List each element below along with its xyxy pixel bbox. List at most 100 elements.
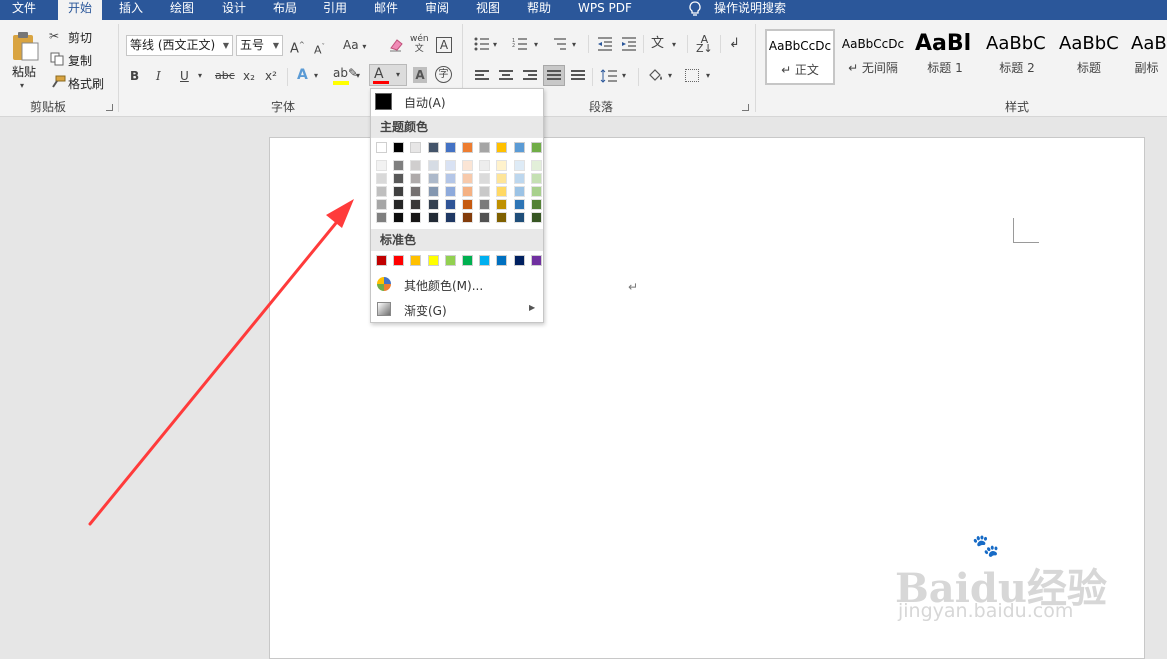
theme-shade-swatch[interactable] [513,173,525,184]
chinese-layout-icon[interactable]: 文 [651,36,664,52]
tab-design[interactable]: 设计 [222,0,246,20]
character-shading-icon[interactable]: A [413,67,427,83]
font-color-dropdown-icon[interactable]: ▾ [396,67,400,83]
standard-color-swatch[interactable] [530,255,542,266]
underline-button[interactable]: U [180,68,189,84]
theme-shade-swatch[interactable] [444,199,456,210]
format-painter-icon[interactable] [50,75,66,89]
theme-shade-swatch[interactable] [479,186,491,197]
justify-button[interactable] [543,65,565,86]
text-effects-icon[interactable]: A [297,67,308,83]
tab-view[interactable]: 视图 [476,0,500,20]
theme-shade-swatch[interactable] [427,160,439,171]
theme-shade-swatch[interactable] [410,160,422,171]
theme-color-swatch[interactable] [496,142,508,153]
line-spacing-icon[interactable] [600,69,618,83]
theme-shade-swatch[interactable] [376,186,387,197]
decrease-indent-icon[interactable] [597,37,613,51]
phonetic-guide-icon[interactable]: wén 文 [410,34,429,54]
style-normal[interactable]: AaBbCcDc ↵ 正文 [765,29,835,85]
standard-color-swatch[interactable] [496,255,508,266]
strikethrough-button[interactable]: abc [215,68,235,84]
theme-color-swatch[interactable] [462,142,473,153]
theme-shade-swatch[interactable] [530,173,542,184]
theme-shade-swatch[interactable] [376,160,387,171]
standard-color-swatch[interactable] [427,255,439,266]
theme-color-swatch[interactable] [427,142,439,153]
theme-shade-swatch[interactable] [479,212,491,223]
standard-color-swatch[interactable] [444,255,456,266]
style-heading-2[interactable]: AaBbC 标题 2 [982,29,1052,85]
grow-font-icon[interactable]: A^ [290,37,305,57]
theme-color-swatch[interactable] [376,142,387,153]
standard-color-swatch[interactable] [376,255,387,266]
tab-mailings[interactable]: 邮件 [374,0,398,20]
highlight-dropdown-icon[interactable]: ▾ [356,68,360,84]
theme-shade-swatch[interactable] [410,173,422,184]
standard-color-swatch[interactable] [393,255,405,266]
align-center-icon[interactable] [499,70,513,82]
theme-color-swatch[interactable] [479,142,491,153]
theme-shade-swatch[interactable] [496,199,508,210]
theme-shade-swatch[interactable] [513,186,525,197]
bullets-icon[interactable] [474,37,490,51]
font-name-select[interactable]: 等线 (西文正文) ▼ [126,35,233,56]
copy-button[interactable]: 复制 [68,52,92,69]
text-effects-dropdown-icon[interactable]: ▾ [314,68,318,84]
tab-home[interactable]: 开始 [58,0,103,20]
tab-references[interactable]: 引用 [323,0,347,20]
theme-shade-swatch[interactable] [376,212,387,223]
shading-dropdown-icon[interactable]: ▾ [668,68,672,84]
shrink-font-icon[interactable]: Aˇ [314,39,325,59]
tab-insert[interactable]: 插入 [119,0,143,20]
paste-dropdown-icon[interactable]: ▾ [20,78,24,94]
theme-shade-swatch[interactable] [462,173,473,184]
theme-shade-swatch[interactable] [427,212,439,223]
theme-shade-swatch[interactable] [393,186,405,197]
multilevel-list-icon[interactable] [551,37,567,51]
tab-help[interactable]: 帮助 [527,0,551,20]
theme-shade-swatch[interactable] [393,173,405,184]
theme-color-swatch[interactable] [513,142,525,153]
scissors-icon[interactable]: ✂ [49,28,59,44]
theme-shade-swatch[interactable] [427,199,439,210]
tab-layout[interactable]: 布局 [273,0,297,20]
theme-shade-swatch[interactable] [479,160,491,171]
theme-shade-swatch[interactable] [479,173,491,184]
theme-shade-swatch[interactable] [410,212,422,223]
enclose-characters-icon[interactable]: 字 [435,66,452,83]
theme-color-swatch[interactable] [444,142,456,153]
paragraph-mark[interactable]: ↵ [628,280,638,294]
style-heading-1[interactable]: AaBl 标题 1 [910,29,980,85]
theme-shade-swatch[interactable] [393,160,405,171]
tab-review[interactable]: 审阅 [425,0,449,20]
numbering-dropdown-icon[interactable]: ▾ [534,37,538,53]
theme-shade-swatch[interactable] [410,186,422,197]
theme-shade-swatch[interactable] [393,212,405,223]
sort-icon[interactable]: A Z↓ [696,34,713,54]
theme-shade-swatch[interactable] [376,173,387,184]
theme-shade-swatch[interactable] [496,173,508,184]
theme-shade-swatch[interactable] [427,173,439,184]
more-colors-option[interactable]: 其他颜色(M)... [404,277,483,294]
theme-color-swatch[interactable] [530,142,542,153]
standard-color-swatch[interactable] [410,255,422,266]
theme-shade-swatch[interactable] [496,212,508,223]
theme-shade-swatch[interactable] [513,160,525,171]
theme-shade-swatch[interactable] [444,186,456,197]
theme-shade-swatch[interactable] [513,199,525,210]
style-title[interactable]: AaBbC 标题 [1054,29,1124,85]
bold-button[interactable]: B [130,68,139,84]
theme-shade-swatch[interactable] [530,186,542,197]
clipboard-launcher-icon[interactable] [106,104,113,111]
gradient-option[interactable]: 渐变(G) [404,302,447,319]
copy-icon[interactable] [50,52,64,66]
paste-icon[interactable] [10,30,40,62]
theme-shade-swatch[interactable] [376,199,387,210]
theme-shade-swatch[interactable] [530,160,542,171]
style-subtitle[interactable]: AaB 副标 [1126,29,1167,85]
underline-dropdown-icon[interactable]: ▾ [198,68,202,84]
italic-button[interactable]: I [156,68,161,84]
theme-shade-swatch[interactable] [444,212,456,223]
theme-shade-swatch[interactable] [462,212,473,223]
